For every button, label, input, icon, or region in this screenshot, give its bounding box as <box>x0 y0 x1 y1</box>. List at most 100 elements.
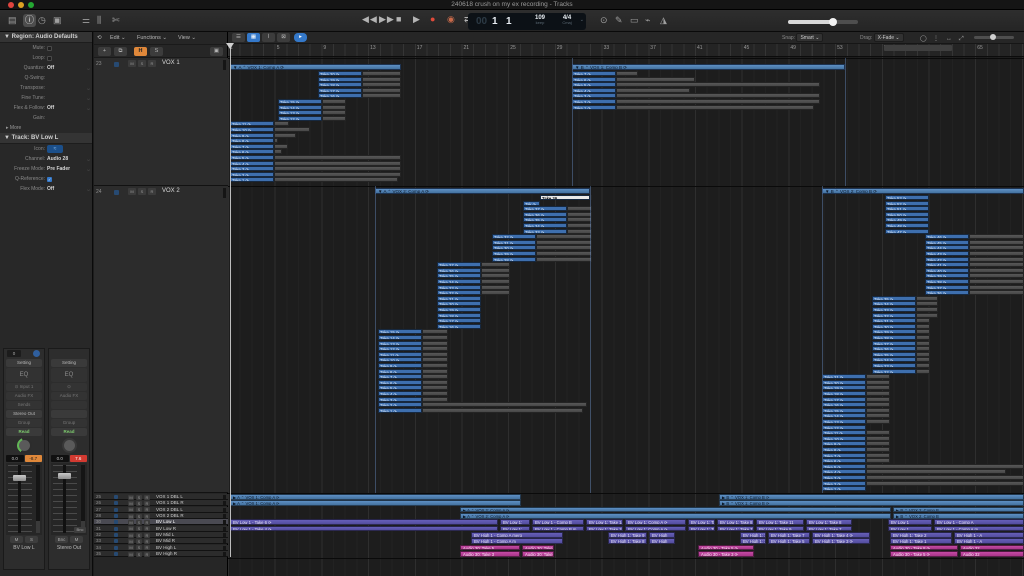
group-slot[interactable]: Group <box>6 419 42 427</box>
take-region[interactable]: Take 1 ⟳ <box>822 486 866 491</box>
take-region[interactable]: Take 48 ⟳ <box>885 223 929 228</box>
input-slot[interactable]: ⊙ Input 1 <box>6 383 42 391</box>
take-region[interactable]: Take 37 ⟳ <box>523 206 567 211</box>
take-region[interactable]: Take 1 ⟳ <box>230 177 274 182</box>
take-waveform-bar[interactable] <box>866 402 890 407</box>
take-region[interactable]: Take 28 ⟳ <box>872 335 916 340</box>
record-enable-icon[interactable] <box>114 552 118 556</box>
take-region[interactable]: Take 38 ⟳ <box>925 279 969 284</box>
take-waveform-bar[interactable] <box>422 391 448 396</box>
take-region[interactable]: Take 19 ⟳ <box>318 77 362 82</box>
solo-button[interactable]: S <box>136 514 142 519</box>
cycle-region[interactable] <box>884 45 952 51</box>
solo-button[interactable]: S <box>136 495 142 500</box>
take-region[interactable]: Take 32 ⟳ <box>492 234 536 239</box>
take-region[interactable]: Take 16 ⟳ <box>822 402 866 407</box>
record-button[interactable]: R <box>144 526 150 531</box>
audio-region[interactable]: BV Low 1: Take 15 <box>586 526 623 532</box>
take-region[interactable]: Take 22 ⟳ <box>872 369 916 374</box>
mute-button[interactable]: M <box>128 514 134 519</box>
take-region[interactable]: Take 42 ⟳ <box>925 257 969 262</box>
region-stepper-icon[interactable]: ⌵ <box>87 66 90 71</box>
region-stepper-icon[interactable]: ⌵ <box>87 96 90 101</box>
audio-region[interactable]: Audio 32 <box>960 545 1024 551</box>
record-enable-icon[interactable] <box>114 520 118 524</box>
audio-region[interactable]: BV Low 1: <box>500 519 530 525</box>
take-region[interactable]: Take 23 ⟳ <box>437 285 481 290</box>
take-waveform-bar[interactable] <box>362 88 401 93</box>
track-header-27[interactable]: 27MSRVOX 2 DBL L <box>94 507 228 513</box>
take-waveform-bar[interactable] <box>422 329 448 334</box>
take-region[interactable]: Take 26 ⟳ <box>872 346 916 351</box>
take-waveform-bar[interactable] <box>969 234 1024 239</box>
take-waveform-bar[interactable] <box>866 469 1006 474</box>
mute-button[interactable]: M <box>128 60 136 67</box>
take-waveform-bar[interactable] <box>274 144 288 149</box>
take-region[interactable]: Take 44 ⟳ <box>925 245 969 250</box>
region-inspector-header[interactable]: ▼ Region: Audio Defaults <box>0 32 92 43</box>
duplicate-track-button[interactable]: ⧉ <box>114 47 127 56</box>
region-checkbox[interactable] <box>47 56 52 61</box>
solo-button[interactable]: S <box>136 526 142 531</box>
setting-button[interactable]: Setting <box>51 359 87 367</box>
take-region[interactable]: Take 40 ⟳ <box>925 268 969 273</box>
audio-region[interactable]: BV High 1: Take 4 ⟳ <box>812 532 870 538</box>
track-header-35[interactable]: 35MSRBV High R <box>94 551 228 557</box>
take-waveform-bar[interactable] <box>422 385 448 390</box>
snap-menu[interactable]: Snap: Smart ⌄ <box>782 33 823 43</box>
take-waveform-bar[interactable] <box>616 77 695 82</box>
peak-value[interactable]: 7.6 <box>70 455 88 462</box>
solo-button[interactable]: S <box>136 533 142 538</box>
track-row-1[interactable]: Channel:Audio 28⌵ <box>0 154 92 164</box>
take-region[interactable]: Take 27 ⟳ <box>437 262 481 267</box>
playhead-line[interactable] <box>230 45 231 557</box>
take-waveform-bar[interactable] <box>916 307 938 312</box>
take-waveform-bar[interactable] <box>274 121 289 126</box>
sends-slot[interactable] <box>51 401 87 409</box>
take-region[interactable]: Take 10 ⟳ <box>230 127 274 132</box>
record-button[interactable]: ● <box>430 14 436 24</box>
take-region[interactable]: Take 4 ⟳ <box>822 469 866 474</box>
take-region[interactable]: Take 8 ⟳ <box>378 369 422 374</box>
take-region[interactable]: Take 17 ⟳ <box>822 397 866 402</box>
play-button[interactable]: ▶ <box>413 14 421 25</box>
audio-region[interactable]: BV High 1 - Comp A merg <box>471 532 563 538</box>
solo-pencil-icon[interactable]: ✎ <box>615 14 623 27</box>
take-waveform-bar[interactable] <box>322 110 346 115</box>
inspector-icon[interactable]: ⓘ <box>23 14 36 27</box>
take-waveform-bar[interactable] <box>274 149 282 154</box>
take-region[interactable]: Take 21 ⟳ <box>822 374 866 379</box>
collapsed-take-folder[interactable]: ▶ B ⌃ VOX 1: Comp B ⟳ <box>719 500 1024 506</box>
track-value[interactable]: Pre Fader <box>47 166 70 172</box>
pan-knob[interactable] <box>62 438 77 453</box>
audio-region[interactable]: BV Low 1 - Comp B <box>532 519 584 525</box>
take-region[interactable]: Take 11 ⟳ <box>822 430 866 435</box>
take-folder-header[interactable]: ▼ B ⌃ VOX 1: Comp B ⟳ <box>572 64 845 70</box>
master-volume-slider[interactable] <box>788 20 858 24</box>
take-region[interactable]: Take 5 ⟳ <box>572 82 616 87</box>
collapsed-take-folder[interactable]: ▶ B ⌃ VOX 1: Comp B ⟳ <box>719 494 1024 500</box>
audio-region[interactable]: BV Low 1: Take 14 <box>586 519 623 525</box>
take-waveform-bar[interactable] <box>481 262 510 267</box>
region-row-4[interactable]: Transpose:⌵ <box>0 83 92 93</box>
rewind-button[interactable]: ◀◀ <box>362 14 378 25</box>
take-region[interactable]: Take 35 ⟳ <box>872 296 916 301</box>
take-waveform-bar[interactable] <box>616 71 638 76</box>
take-folder-header[interactable]: ▼ B ⌃ VOX 2: Comp B ⟳ <box>822 188 1024 194</box>
take-region[interactable]: Take 18 ⟳ <box>318 82 362 87</box>
audio-region[interactable]: Audio 32 <box>960 551 1024 557</box>
track-icon-chip[interactable]: ≈ <box>47 145 63 153</box>
take-region[interactable]: Take 33 ⟳ <box>523 229 567 234</box>
track-header-33[interactable]: 33MSRBV Mid R <box>94 538 228 544</box>
take-region[interactable]: Take 28 ⟳ <box>492 257 536 262</box>
solo-button[interactable]: S <box>136 552 142 557</box>
take-region[interactable]: Take 39 ⟳ <box>925 273 969 278</box>
take-region[interactable]: Take 27 ⟳ <box>872 341 916 346</box>
take-waveform-bar[interactable] <box>422 346 448 351</box>
record-button[interactable]: R <box>144 520 150 525</box>
take-region[interactable]: Take 7 ⟳ <box>230 144 274 149</box>
audio-region[interactable]: BV High 1: 1 <box>740 538 766 544</box>
take-waveform-bar[interactable] <box>567 223 592 228</box>
take-region[interactable]: Take 8 ⟳ <box>230 138 274 143</box>
take-region[interactable]: Take 9 ⟳ <box>230 133 274 138</box>
